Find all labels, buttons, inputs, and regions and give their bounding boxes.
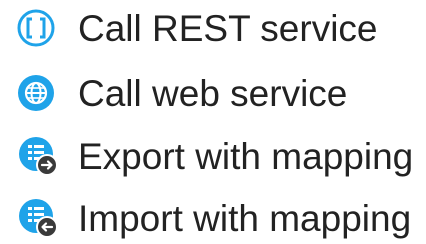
menu-item-label: Import with mapping [78,197,412,239]
globe-icon [16,71,60,115]
menu-item-call-web-service[interactable]: Call web service [0,69,347,117]
menu-item-label: Call web service [78,72,348,114]
export-mapping-icon [16,134,60,178]
import-mapping-icon [16,196,60,240]
menu-item-import-with-mapping[interactable]: Import with mapping [0,194,411,242]
action-menu: Call REST service Call web service Expor… [0,0,426,244]
menu-item-export-with-mapping[interactable]: Export with mapping [0,132,413,180]
menu-item-call-rest-service[interactable]: Call REST service [0,4,378,52]
menu-item-label: Export with mapping [78,135,414,177]
menu-item-label: Call REST service [78,7,378,49]
rest-brackets-icon [16,6,60,50]
